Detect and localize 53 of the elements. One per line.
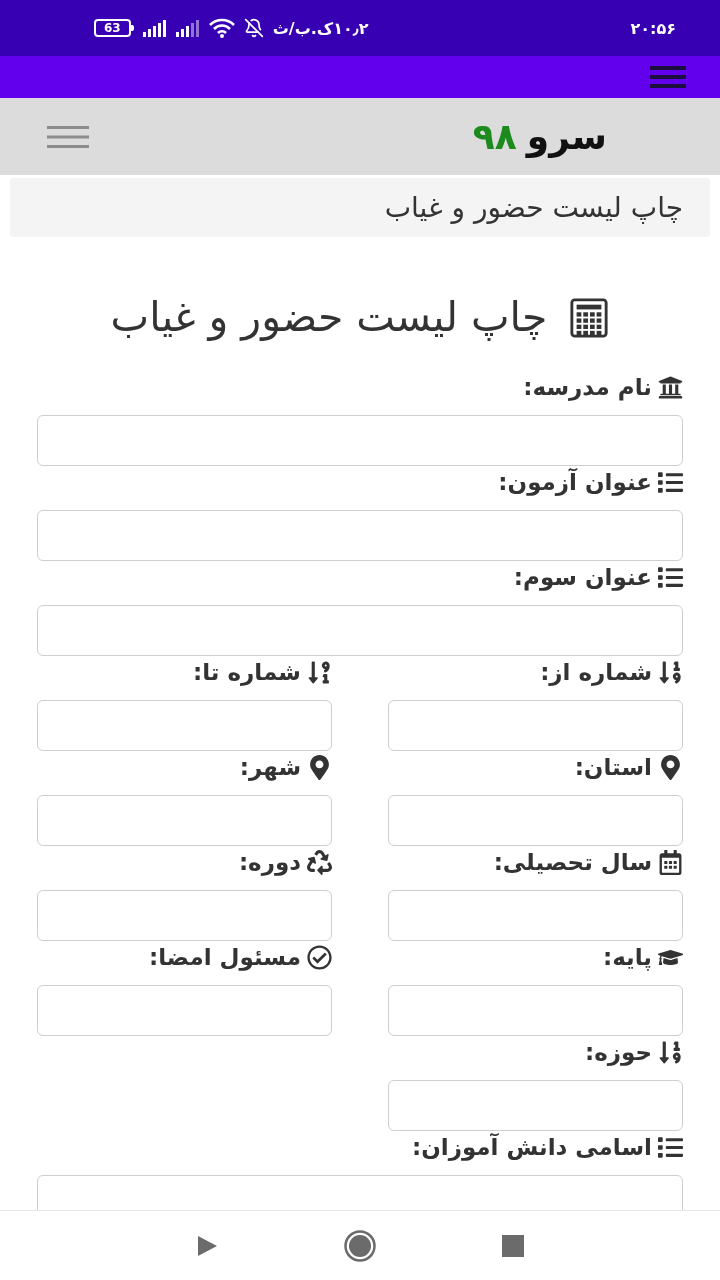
text-input[interactable] bbox=[37, 795, 332, 846]
field-label: پایه: bbox=[602, 943, 652, 973]
breadcrumb: چاپ لیست حضور و غیاب bbox=[10, 178, 710, 237]
logo-number: ۹۸ bbox=[472, 114, 517, 159]
field-label: شماره از: bbox=[540, 658, 652, 688]
recycle-icon bbox=[307, 849, 332, 875]
battery-indicator: 63 bbox=[94, 19, 134, 37]
status-time: ۲۰:۵۶ bbox=[630, 18, 676, 38]
field-label: عنوان آزمون: bbox=[498, 467, 652, 498]
text-input[interactable] bbox=[388, 795, 683, 846]
menu-icon[interactable] bbox=[650, 66, 686, 88]
field-label: شهر: bbox=[239, 753, 301, 783]
calculator-icon bbox=[569, 297, 610, 338]
field-label: اسامی دانش آموزان: bbox=[412, 1132, 652, 1163]
text-input[interactable] bbox=[37, 700, 332, 751]
field-label: نام مدرسه: bbox=[523, 373, 652, 403]
text-input[interactable] bbox=[388, 700, 683, 751]
logo-text: سرو bbox=[526, 114, 607, 159]
bell-off-icon bbox=[243, 18, 264, 38]
field-label: استان: bbox=[574, 753, 652, 782]
field-label: مسئول امضا: bbox=[148, 943, 301, 973]
text-input[interactable] bbox=[37, 415, 683, 466]
text-input[interactable] bbox=[37, 510, 683, 561]
field-label: شماره تا: bbox=[193, 658, 301, 688]
signal-icon bbox=[175, 19, 200, 37]
sort-numeric-icon bbox=[658, 1039, 683, 1065]
home-circle-icon[interactable] bbox=[344, 1229, 376, 1262]
map-pin-icon bbox=[307, 754, 332, 780]
field-label: سال تحصیلی: bbox=[493, 848, 652, 877]
list-icon bbox=[658, 1134, 683, 1160]
text-input[interactable] bbox=[388, 1080, 683, 1131]
list-icon bbox=[658, 469, 683, 495]
text-input[interactable] bbox=[37, 605, 683, 656]
menu-icon[interactable] bbox=[47, 125, 89, 148]
text-input[interactable] bbox=[388, 890, 683, 941]
field-label: عنوان سوم: bbox=[513, 563, 652, 593]
square-icon[interactable] bbox=[502, 1234, 524, 1257]
map-pin-icon bbox=[658, 754, 683, 780]
wifi-icon bbox=[208, 18, 235, 38]
bank-icon bbox=[658, 374, 683, 400]
network-speed: ۱۰٫۲ک.ب/ث bbox=[272, 18, 369, 38]
list-icon bbox=[658, 564, 683, 590]
form-title: چاپ لیست حضور و غیاب bbox=[110, 292, 548, 343]
sort-numeric-icon bbox=[307, 659, 332, 685]
sort-numeric-icon bbox=[658, 659, 683, 685]
field-label: حوزه: bbox=[585, 1038, 652, 1068]
triangle-icon[interactable] bbox=[196, 1234, 218, 1257]
signal-icon bbox=[142, 19, 167, 37]
field-label: دوره: bbox=[238, 848, 301, 878]
text-input[interactable] bbox=[388, 985, 683, 1036]
text-input[interactable] bbox=[37, 890, 332, 941]
calendar-icon bbox=[658, 849, 683, 875]
text-input[interactable] bbox=[37, 985, 332, 1036]
